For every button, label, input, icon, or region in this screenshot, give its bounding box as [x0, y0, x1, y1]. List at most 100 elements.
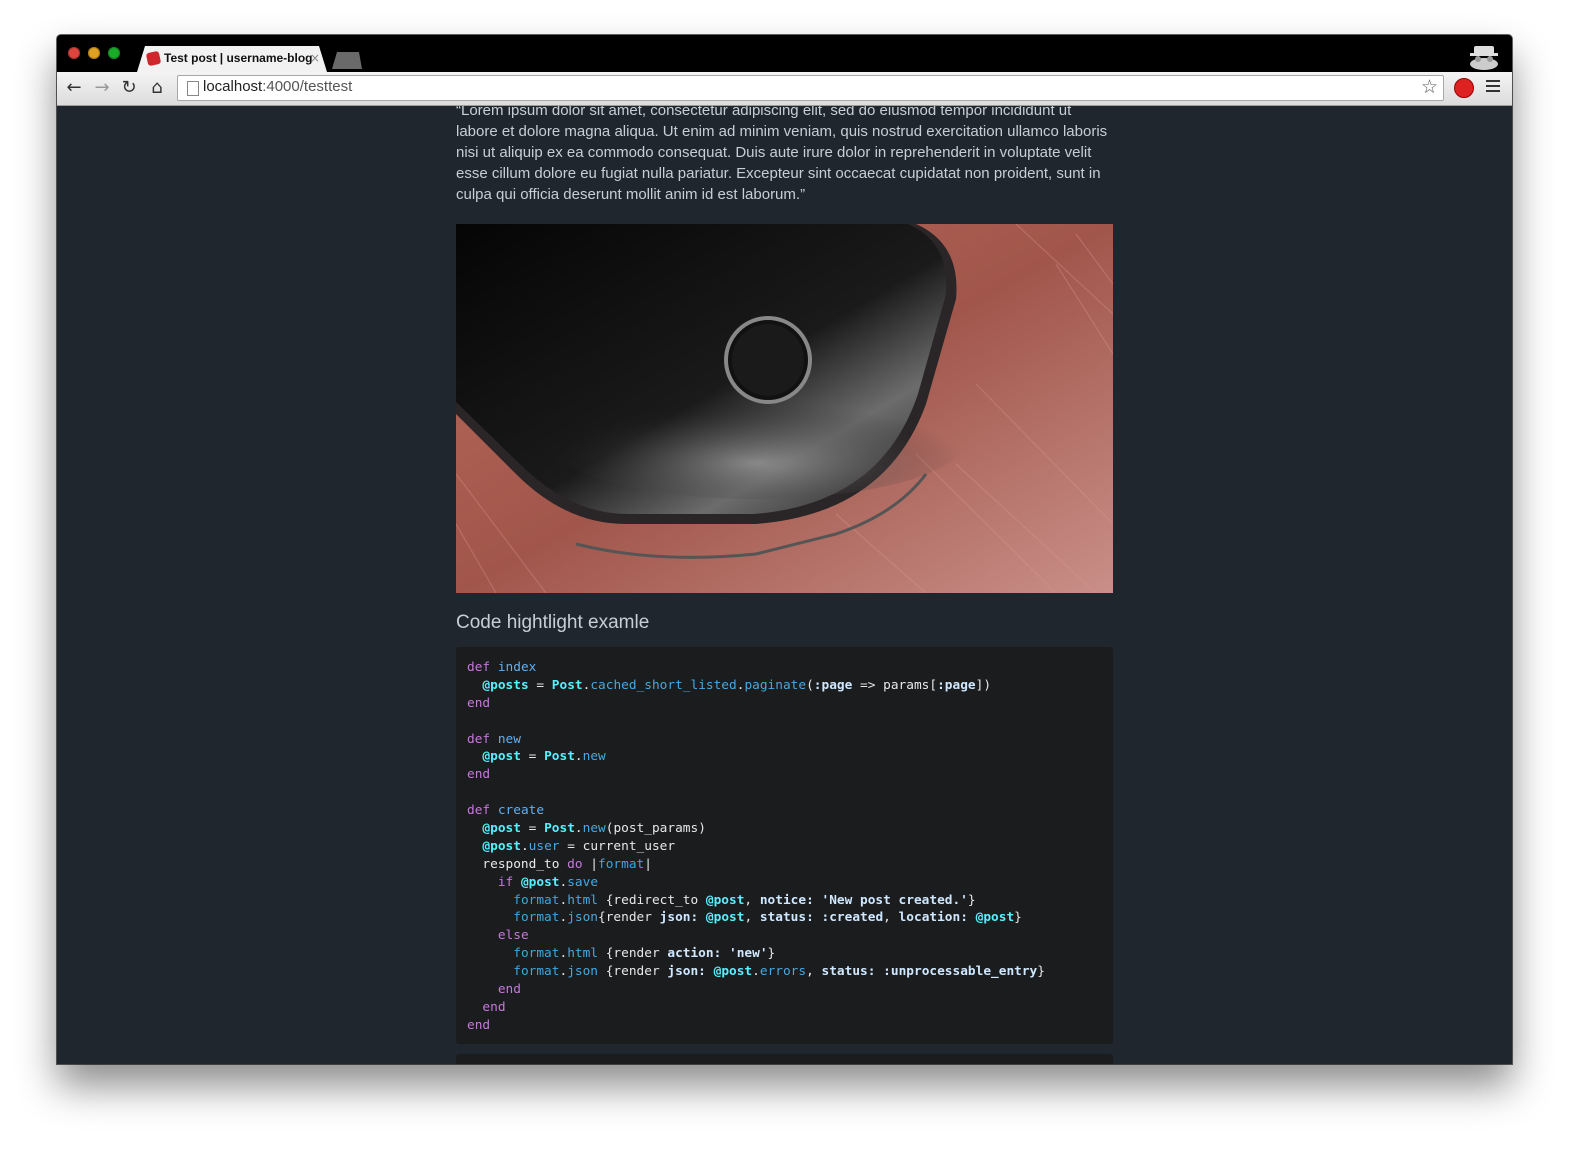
code-token: ])	[975, 677, 992, 693]
code-token: 'New post created.'	[821, 892, 968, 908]
next-code-block	[456, 1054, 1113, 1064]
code-token: }	[1037, 964, 1045, 980]
code-token: format	[513, 910, 560, 926]
code-token: if	[497, 874, 521, 890]
code-token: .	[520, 838, 529, 854]
code-block[interactable]: def index @posts = Post.cached_short_lis…	[456, 647, 1113, 1044]
code-token: respond_to	[467, 856, 568, 872]
title-bar: Test post | username-blog ×	[57, 35, 1512, 72]
code-token: @post	[705, 892, 745, 908]
star-icon[interactable]: ☆	[1421, 76, 1438, 98]
code-token: end	[467, 1017, 491, 1033]
code-token: @posts	[482, 677, 529, 693]
code-token: ,	[744, 910, 760, 926]
zoom-window-button[interactable]	[108, 47, 120, 59]
section-heading: Code hightlight examle	[456, 612, 650, 633]
code-token: @post	[482, 749, 521, 765]
code-line: def new	[467, 731, 1102, 749]
code-token: .	[752, 964, 760, 980]
minimize-window-button[interactable]	[88, 47, 100, 59]
code-token: errors	[759, 964, 807, 980]
code-token: :unprocessable_entry	[883, 964, 1038, 980]
code-token: notice:	[759, 892, 814, 908]
code-token: format	[513, 946, 560, 962]
code-token: end	[482, 999, 506, 1015]
code-line: @post = Post.new	[467, 748, 1102, 766]
code-token: create	[497, 803, 545, 819]
code-token: Post	[551, 677, 583, 693]
code-token: paginate	[744, 677, 807, 693]
forward-arrow-icon[interactable]: →	[92, 78, 112, 98]
code-line: format.json{render json: @post, status: …	[467, 909, 1102, 927]
code-token: def	[467, 660, 498, 675]
code-token: cached_short_listed	[590, 677, 737, 693]
code-token: @post	[482, 838, 521, 854]
code-token: def	[467, 731, 498, 747]
code-line: else	[467, 927, 1102, 945]
code-line: end	[467, 999, 1102, 1017]
reload-icon[interactable]: ↻	[119, 78, 139, 98]
code-token: |	[644, 856, 652, 872]
code-token: location:	[898, 910, 968, 926]
new-tab-button[interactable]	[332, 52, 362, 69]
code-token: :page	[813, 677, 853, 693]
code-token: @post	[482, 821, 521, 837]
code-token: format	[513, 892, 560, 908]
home-icon[interactable]: ⌂	[147, 78, 167, 98]
tab-title[interactable]: Test post | username-blog	[164, 51, 313, 65]
code-line: if @post.save	[467, 874, 1102, 892]
code-token: }	[767, 946, 776, 962]
code-token: index	[497, 660, 537, 675]
code-line: respond_to do |format|	[467, 856, 1102, 874]
code-token: ,	[744, 892, 760, 908]
code-token: format	[513, 964, 560, 980]
back-arrow-icon[interactable]: ←	[64, 78, 84, 98]
tab-close-icon[interactable]: ×	[310, 51, 320, 65]
code-token: =	[520, 749, 545, 765]
url-path: :4000/testtest	[262, 78, 353, 95]
code-token: status:	[759, 910, 814, 926]
incognito-icon	[1470, 46, 1498, 70]
code-token: def	[467, 803, 498, 819]
blockquote-text: “Lorem ipsum dolor sit amet, consectetur…	[456, 106, 1108, 203]
url-host: localhost	[203, 78, 263, 95]
code-token: {render	[598, 910, 660, 926]
code-token: .	[574, 749, 583, 765]
code-line: format.json {render json: @post.errors, …	[467, 963, 1102, 981]
code-token: status:	[821, 964, 876, 980]
page-content: “Lorem ipsum dolor sit amet, consectetur…	[57, 106, 1512, 1064]
address-bar[interactable]: localhost:4000/testtest ☆	[177, 75, 1444, 101]
code-token: @post	[975, 910, 1015, 926]
code-token: {redirect_to	[598, 892, 706, 908]
code-token: html	[567, 892, 599, 908]
code-token: else	[497, 928, 529, 944]
code-token: new	[582, 821, 606, 837]
code-token: end	[467, 767, 491, 783]
code-token: @post	[705, 910, 745, 926]
code-token: Post	[544, 821, 575, 837]
code-token: :page	[937, 677, 976, 693]
code-line: @post = Post.new(post_params)	[467, 820, 1102, 838]
code-line: end	[467, 766, 1102, 784]
url-text[interactable]: localhost:4000/testtest	[203, 78, 352, 95]
post-image	[456, 224, 1113, 593]
page-icon	[187, 81, 199, 96]
code-token: {render	[598, 964, 668, 980]
extension-icon[interactable]	[1454, 78, 1474, 98]
code-token: 'new'	[729, 946, 768, 962]
code-line: @posts = Post.cached_short_listed.pagina…	[467, 677, 1102, 695]
close-window-button[interactable]	[68, 47, 80, 59]
code-token: => params[	[852, 677, 938, 693]
code-line: def index	[467, 659, 1102, 677]
menu-icon[interactable]	[1486, 80, 1500, 94]
